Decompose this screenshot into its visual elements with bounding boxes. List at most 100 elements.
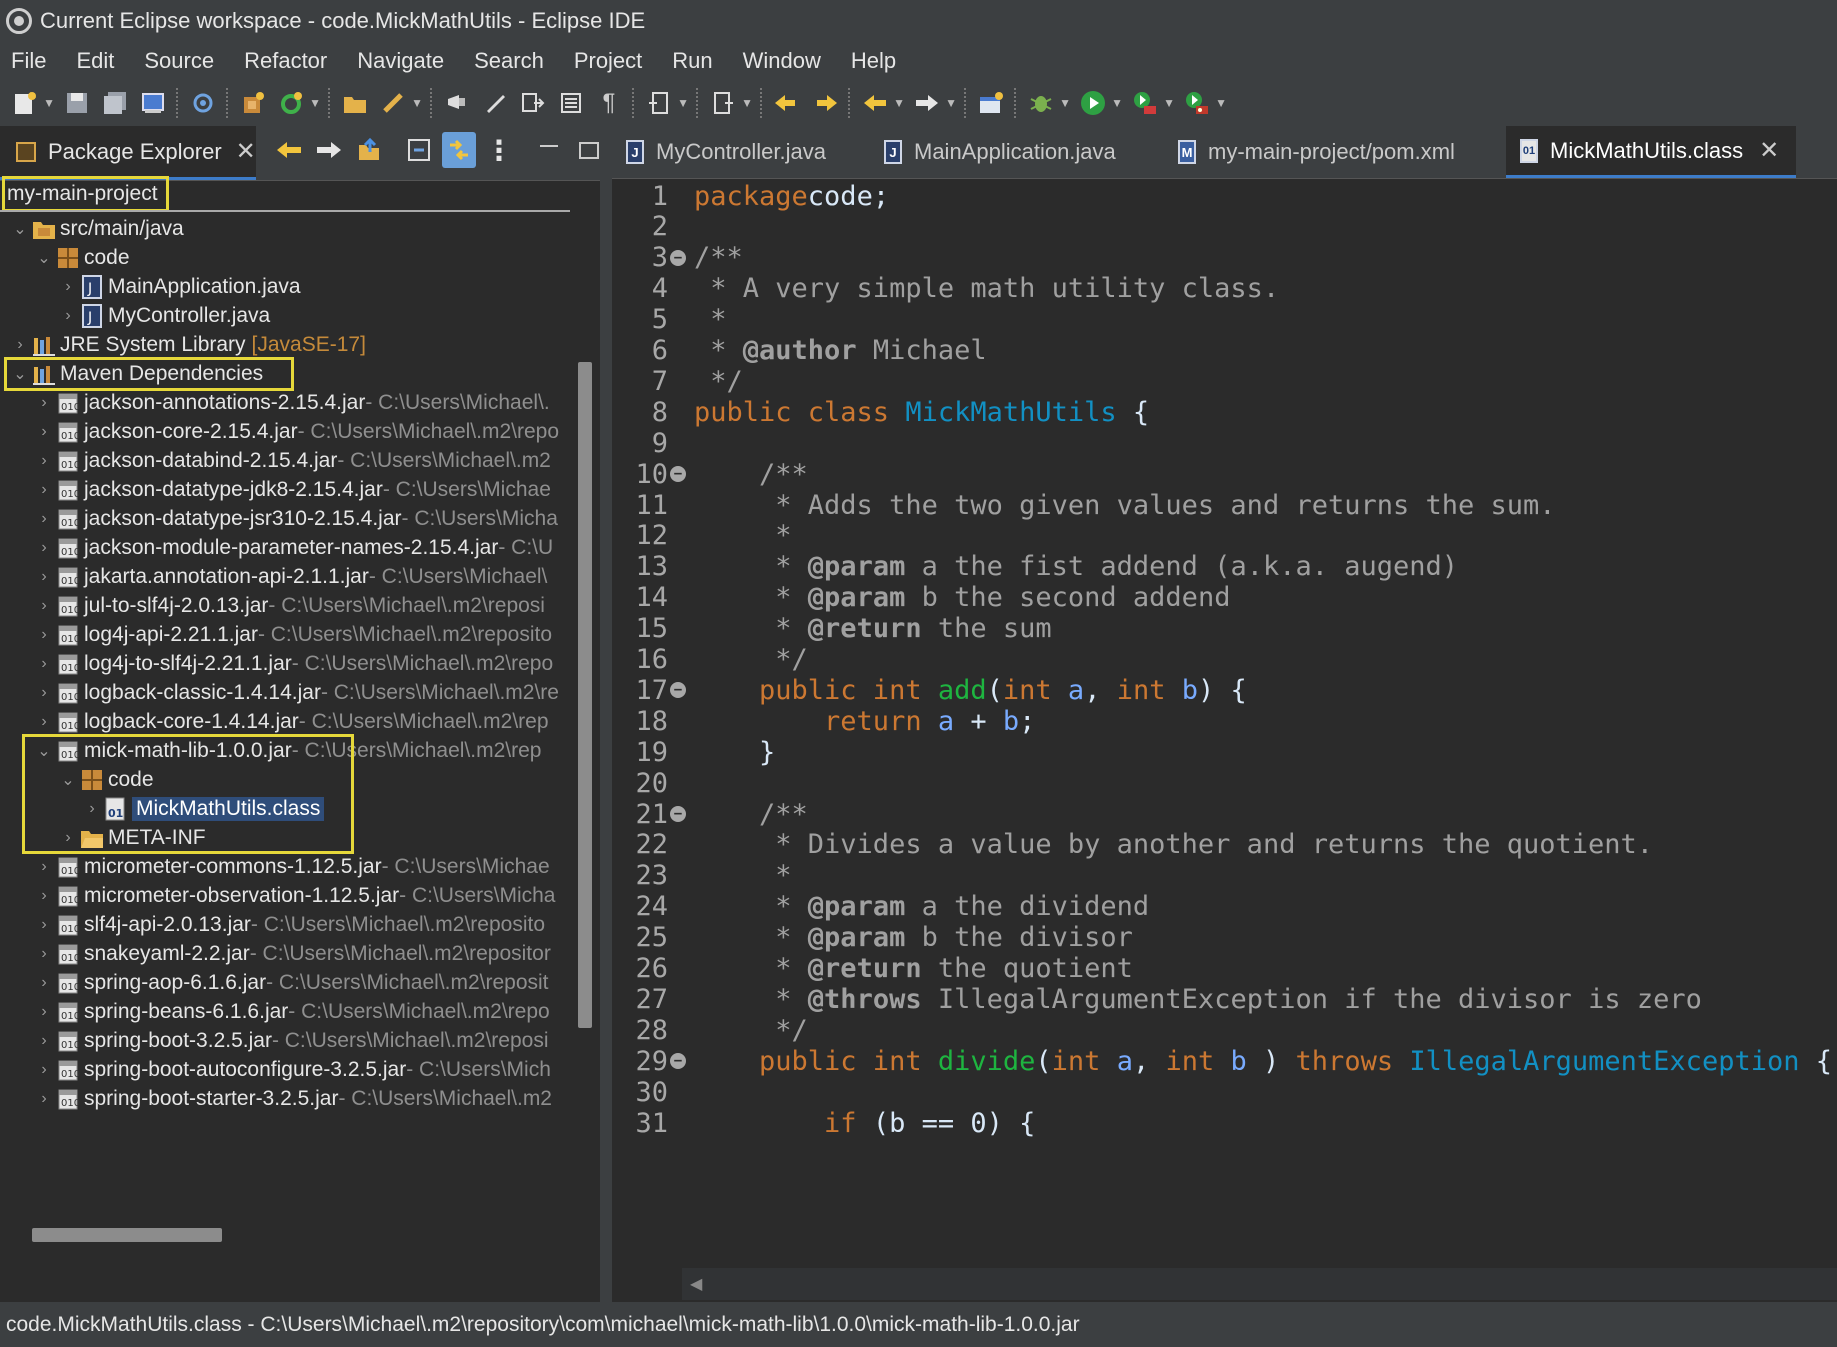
coverage-dropdown-icon[interactable]: ▼ [1163,88,1175,118]
menu-edit[interactable]: Edit [65,48,133,74]
refresh-run-icon[interactable] [276,88,306,118]
chevron-right-icon[interactable]: › [34,713,54,731]
chevron-down-icon[interactable]: ⌄ [34,248,54,268]
collapse-icon[interactable]: − [670,806,686,822]
menu-navigate[interactable]: Navigate [346,48,463,74]
fold-toggle-icon[interactable]: − [668,1051,688,1071]
view-menu-icon[interactable]: ⋮ [482,132,516,168]
chevron-right-icon[interactable]: › [34,394,54,412]
sash[interactable] [600,126,612,1302]
chevron-right-icon[interactable]: › [34,568,54,586]
coverage-icon[interactable] [1130,88,1160,118]
menu-file[interactable]: File [0,48,65,74]
chevron-right-icon[interactable]: › [34,1032,54,1050]
forward-edit-icon[interactable] [810,88,840,118]
tab-mick-math-utils-class[interactable]: 01 MickMathUtils.class ✕ [1506,126,1796,178]
tab-main-application[interactable]: J MainApplication.java [870,126,1160,178]
last-edit-location-icon[interactable] [772,88,802,118]
paragraph-icon[interactable]: ¶ [594,88,624,118]
forward-dropdown-icon[interactable]: ▼ [945,88,957,118]
external-tools-dropdown-icon[interactable]: ▼ [1215,88,1227,118]
new-java-package-icon[interactable] [238,88,268,118]
tab-package-explorer[interactable]: Package Explorer ✕ [0,126,256,180]
brush-dropdown-icon[interactable]: ▼ [411,88,423,118]
debug-icon[interactable] [1026,88,1056,118]
tab-my-controller[interactable]: J MyController.java [612,126,864,178]
chevron-right-icon[interactable]: › [34,423,54,441]
menu-window[interactable]: Window [732,48,840,74]
menu-source[interactable]: Source [133,48,233,74]
chevron-right-icon[interactable]: › [58,307,78,325]
chevron-right-icon[interactable]: › [34,655,54,673]
chevron-right-icon[interactable]: › [34,945,54,963]
new-icon[interactable] [10,88,40,118]
up-icon[interactable] [352,132,386,168]
tab-pom-xml[interactable]: M my-main-project/pom.xml [1164,126,1484,178]
save-all-icon[interactable] [100,88,130,118]
open-type-icon[interactable] [340,88,370,118]
project-label[interactable]: my-main-project [2,176,169,212]
chevron-right-icon[interactable]: › [34,539,54,557]
tree-row-project[interactable]: my-main-project [0,176,600,212]
chevron-right-icon[interactable]: › [34,1003,54,1021]
run-icon[interactable] [1078,88,1108,118]
chevron-right-icon[interactable]: › [58,829,78,847]
chevron-down-icon[interactable]: ⌄ [58,770,78,790]
brush-icon[interactable] [378,88,408,118]
prev-annotation-dropdown-icon[interactable]: ▼ [741,88,753,118]
close-icon[interactable]: ✕ [236,137,256,166]
chevron-right-icon[interactable]: › [34,510,54,528]
chevron-right-icon[interactable]: › [34,684,54,702]
chevron-right-icon[interactable]: › [34,858,54,876]
chevron-right-icon[interactable]: › [34,452,54,470]
chevron-right-icon[interactable]: › [34,626,54,644]
chevron-down-icon[interactable]: ⌄ [10,364,30,384]
fold-toggle-icon[interactable]: − [668,804,688,824]
link-with-editor-icon[interactable] [442,132,476,168]
fold-toggle-icon[interactable]: − [668,464,688,484]
chevron-right-icon[interactable]: › [58,278,78,296]
back-dropdown-icon[interactable]: ▼ [893,88,905,118]
fold-toggle-icon[interactable]: − [668,680,688,700]
flashlight-icon[interactable] [442,88,472,118]
open-terminal-icon[interactable] [138,88,168,118]
collapse-icon[interactable]: − [670,682,686,699]
scrollbar-thumb[interactable] [32,1228,222,1242]
scrollbar-thumb[interactable] [578,362,592,1028]
collapse-all-icon[interactable] [402,132,436,168]
chevron-right-icon[interactable]: › [34,597,54,615]
back-icon[interactable] [860,88,890,118]
menu-project[interactable]: Project [563,48,661,74]
menu-refactor[interactable]: Refactor [233,48,346,74]
close-icon[interactable]: ✕ [1759,136,1779,165]
chevron-right-icon[interactable]: › [34,1061,54,1079]
minimize-icon[interactable] [532,132,566,168]
search-target-icon[interactable] [188,88,218,118]
collapse-icon[interactable]: − [670,466,686,483]
tree-vertical-scrollbar[interactable] [570,210,600,1220]
menu-run[interactable]: Run [661,48,731,74]
next-annotation-dropdown-icon[interactable]: ▼ [677,88,689,118]
chevron-right-icon[interactable]: › [34,481,54,499]
list-icon[interactable] [556,88,586,118]
save-icon[interactable] [62,88,92,118]
compare-icon[interactable] [518,88,548,118]
chevron-right-icon[interactable]: › [34,1090,54,1108]
chevron-right-icon[interactable]: › [34,974,54,992]
refresh-dropdown-icon[interactable]: ▼ [309,88,321,118]
chevron-right-icon[interactable]: › [34,916,54,934]
new-dropdown-icon[interactable]: ▼ [43,88,55,118]
chevron-down-icon[interactable]: ⌄ [34,741,54,761]
next-annotation-icon[interactable] [644,88,674,118]
open-perspective-icon[interactable] [976,88,1006,118]
forward-icon[interactable] [912,88,942,118]
tree-horizontal-scrollbar[interactable] [0,1220,570,1250]
forward-icon[interactable] [312,132,346,168]
external-tools-icon[interactable] [1182,88,1212,118]
code-editor[interactable]: 1 packagecode; 2 3−/** 4 * A very simple mat… [612,178,1837,1268]
chevron-right-icon[interactable]: › [10,336,30,354]
fold-toggle-icon[interactable]: − [668,248,688,268]
pen-icon[interactable] [480,88,510,118]
chevron-down-icon[interactable]: ⌄ [10,219,30,239]
menu-search[interactable]: Search [463,48,563,74]
